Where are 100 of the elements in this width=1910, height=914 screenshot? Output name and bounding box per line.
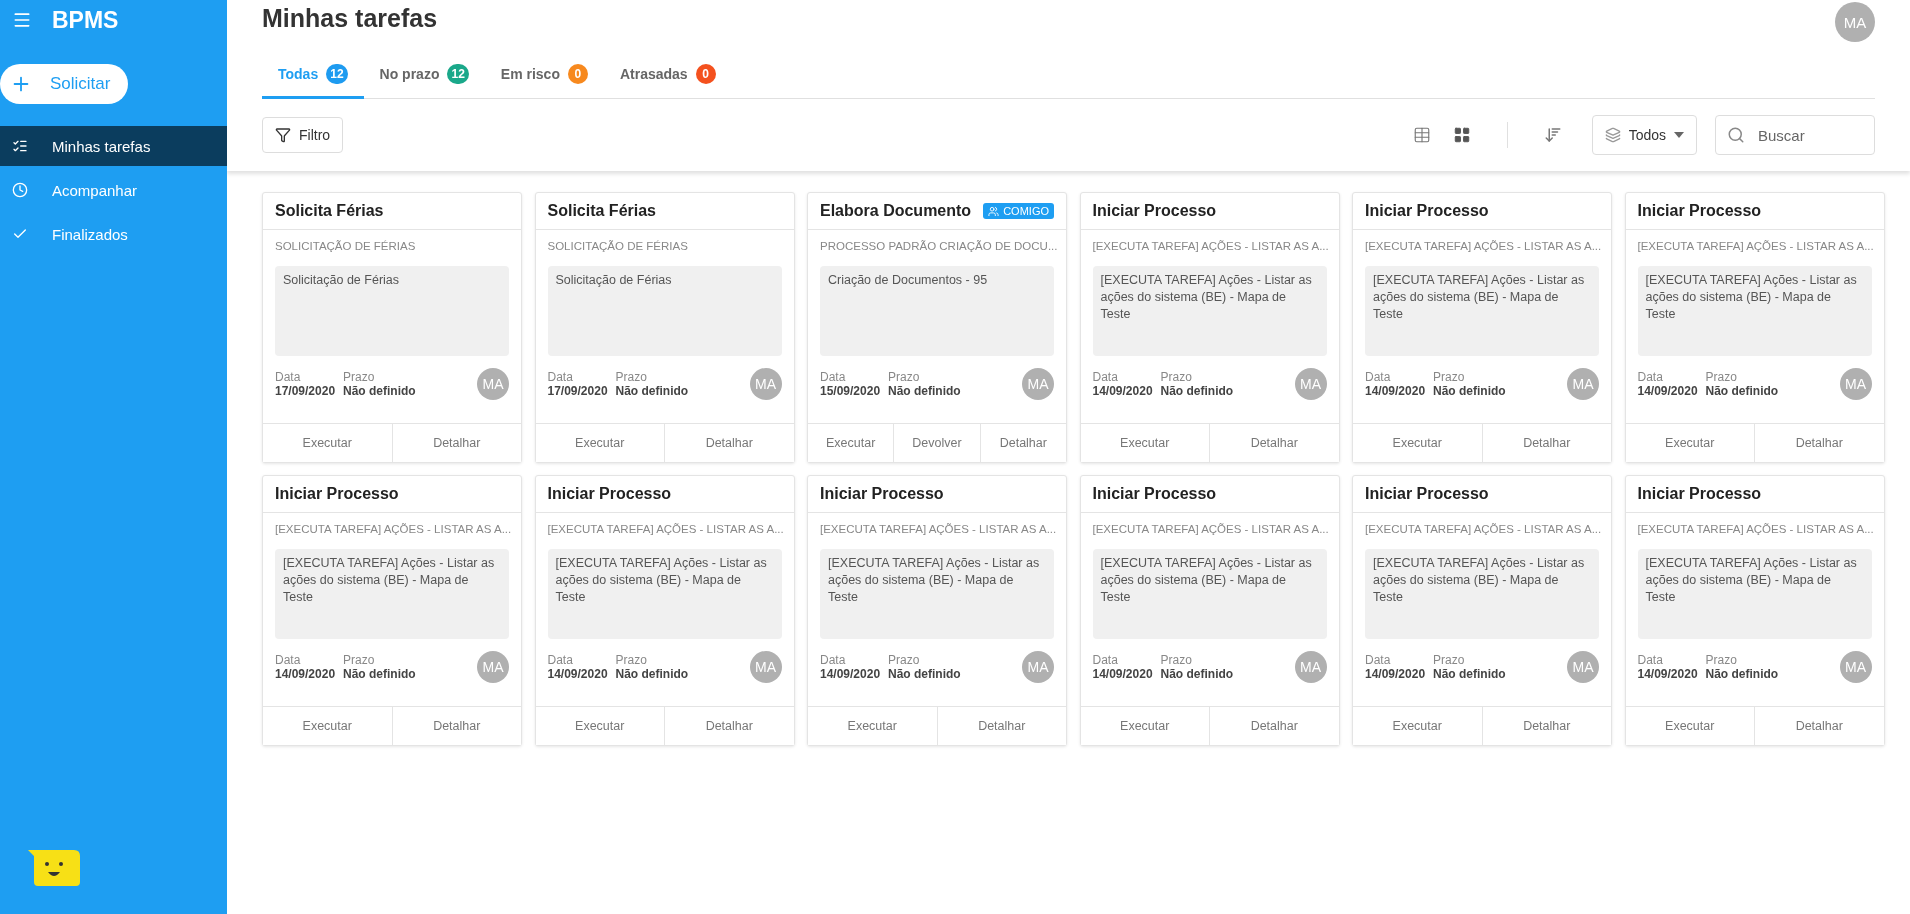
grid-icon: [1452, 126, 1471, 144]
card-action-button[interactable]: Executar: [1080, 707, 1209, 745]
card-action-button[interactable]: Detalhar: [1481, 424, 1611, 462]
deadline-value: Não definido: [1433, 384, 1507, 398]
date-value: 17/09/2020: [275, 384, 333, 398]
card-action-button[interactable]: Detalhar: [1754, 707, 1884, 745]
date-label: Data: [547, 653, 574, 667]
date-label: Data: [1092, 370, 1119, 384]
task-description: [EXECUTA TAREFA] Ações - Listar as ações do sistema (BE) - Mapa de Teste: [1365, 266, 1599, 356]
filter-tab[interactable]: Atrasadas 0: [603, 56, 732, 99]
date-label: Data: [1092, 653, 1119, 667]
process-name: [EXECUTA TAREFA] AÇÕES - LISTAR AS A...: [1365, 523, 1599, 537]
checklist-icon: [12, 138, 28, 154]
assignee-avatar: MA: [1022, 368, 1054, 400]
assignee-avatar: MA: [749, 651, 782, 683]
card-action-button[interactable]: Executar: [263, 424, 392, 462]
assignee-avatar: MA: [749, 368, 782, 400]
search-icon: [1727, 126, 1745, 144]
card-action-button[interactable]: Detalhar: [664, 707, 794, 745]
deadline-value: Não definido: [1160, 384, 1235, 398]
card-action-button[interactable]: Detalhar: [1209, 424, 1339, 462]
date-value: 17/09/2020: [547, 384, 606, 398]
card-action-button[interactable]: Detalhar: [391, 707, 521, 745]
card-title: Iniciar Processo: [547, 485, 672, 503]
card-action-button[interactable]: Devolver: [893, 424, 980, 462]
deadline-value: Não definido: [1160, 667, 1235, 681]
task-description: [EXECUTA TAREFA] Ações - Listar as ações do sistema (BE) - Mapa de Teste: [1637, 549, 1872, 639]
task-description: [EXECUTA TAREFA] Ações - Listar as ações do sistema (BE) - Mapa de Teste: [1637, 266, 1872, 356]
date-value: 15/09/2020: [820, 384, 878, 398]
card-action-button[interactable]: Detalhar: [936, 707, 1066, 745]
deadline-value: Não definido: [888, 667, 962, 681]
date-value: 14/09/2020: [275, 667, 333, 681]
card-action-button[interactable]: Executar: [1625, 707, 1754, 745]
card-action-button[interactable]: Detalhar: [979, 424, 1066, 462]
assignee-avatar: MA: [1567, 368, 1599, 400]
sidebar-item[interactable]: Acompanhar: [0, 170, 227, 210]
new-request-button[interactable]: Solicitar: [0, 64, 128, 104]
filter-tab[interactable]: Todas 12: [262, 56, 364, 99]
deadline-label: Prazo: [615, 653, 648, 667]
deadline-label: Prazo: [1705, 370, 1738, 384]
deadline-value: Não definido: [1433, 667, 1507, 681]
card-action-button[interactable]: Executar: [1353, 424, 1482, 462]
task-description: [EXECUTA TAREFA] Ações - Listar as ações do sistema (BE) - Mapa de Teste: [1092, 549, 1327, 639]
card-title: Iniciar Processo: [1092, 202, 1217, 220]
sidebar-item[interactable]: Finalizados: [0, 214, 227, 254]
card-action-button[interactable]: Executar: [535, 707, 664, 745]
card-title: Iniciar Processo: [1637, 485, 1762, 503]
filter-tab[interactable]: Em risco 0: [484, 56, 604, 99]
card-action-button[interactable]: Detalhar: [1754, 424, 1884, 462]
filter-icon: [275, 127, 291, 143]
card-action-button[interactable]: Detalhar: [391, 424, 521, 462]
deadline-label: Prazo: [343, 370, 376, 384]
card-action-button[interactable]: Detalhar: [664, 424, 794, 462]
card-action-button[interactable]: Executar: [1080, 424, 1209, 462]
process-name: SOLICITAÇÃO DE FÉRIAS: [275, 240, 417, 254]
deadline-label: Prazo: [888, 370, 921, 384]
caret-icon: [1674, 132, 1684, 138]
assignee-avatar: MA: [1294, 368, 1327, 400]
task-description: [EXECUTA TAREFA] Ações - Listar as ações do sistema (BE) - Mapa de Teste: [820, 549, 1054, 639]
sidebar-item[interactable]: Minhas tarefas: [0, 126, 227, 166]
card-action-button[interactable]: Detalhar: [1209, 707, 1339, 745]
search-field[interactable]: Buscar: [1715, 115, 1875, 155]
menu-icon[interactable]: [12, 10, 32, 30]
card-title: Iniciar Processo: [275, 485, 399, 503]
assignee-avatar: MA: [477, 651, 509, 683]
card-action-button[interactable]: Executar: [535, 424, 664, 462]
date-label: Data: [547, 370, 574, 384]
assignee-avatar: MA: [1022, 651, 1054, 683]
task-description: Solicitação de Férias: [275, 266, 509, 356]
date-value: 14/09/2020: [1365, 667, 1423, 681]
assignee-tag: COMIGO: [983, 203, 1054, 219]
deadline-value: Não definido: [343, 384, 417, 398]
date-label: Data: [275, 370, 302, 384]
card-action-button[interactable]: Executar: [1625, 424, 1754, 462]
process-name: [EXECUTA TAREFA] AÇÕES - LISTAR AS A...: [1092, 240, 1327, 254]
card-action-button[interactable]: Executar: [808, 707, 937, 745]
process-name: [EXECUTA TAREFA] AÇÕES - LISTAR AS A...: [275, 523, 509, 537]
card-action-button[interactable]: Executar: [1353, 707, 1482, 745]
card-action-button[interactable]: Detalhar: [1481, 707, 1611, 745]
deadline-label: Prazo: [1433, 653, 1466, 667]
filter-tab[interactable]: No prazo 12: [363, 56, 485, 99]
table-icon: [1412, 126, 1431, 144]
card-action-button[interactable]: Executar: [263, 707, 392, 745]
card-action-button[interactable]: Executar: [808, 424, 894, 462]
chat-bot-icon[interactable]: [28, 848, 80, 888]
card-title: Iniciar Processo: [820, 485, 944, 503]
task-description: [EXECUTA TAREFA] Ações - Listar as ações do sistema (BE) - Mapa de Teste: [1092, 266, 1327, 356]
deadline-label: Prazo: [1160, 370, 1193, 384]
date-value: 14/09/2020: [1365, 384, 1423, 398]
deadline-label: Prazo: [1433, 370, 1466, 384]
deadline-label: Prazo: [615, 370, 648, 384]
group-dropdown[interactable]: Todos: [1591, 115, 1697, 155]
date-value: 14/09/2020: [547, 667, 606, 681]
deadline-value: Não definido: [1705, 384, 1780, 398]
date-value: 14/09/2020: [1092, 384, 1151, 398]
assignee-avatar: MA: [1839, 368, 1872, 400]
card-title: Elabora Documento: [820, 202, 972, 220]
users-icon: [988, 205, 1000, 217]
filter-button[interactable]: Filtro: [262, 117, 344, 153]
process-name: [EXECUTA TAREFA] AÇÕES - LISTAR AS A...: [820, 523, 1054, 537]
